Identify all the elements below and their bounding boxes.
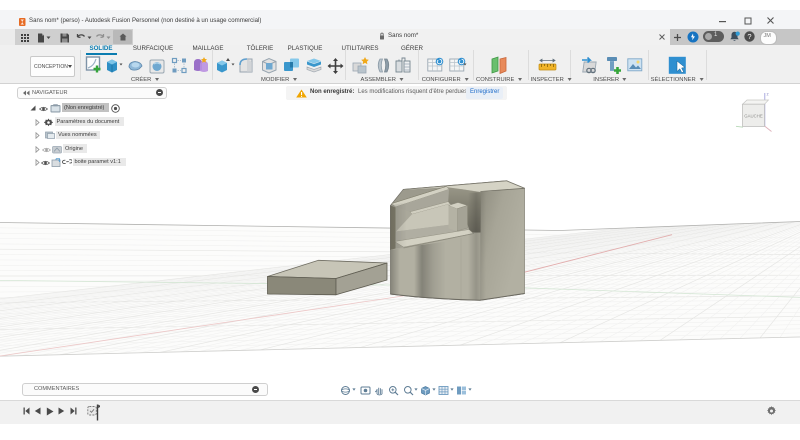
svg-text:GAUCHE: GAUCHE bbox=[744, 114, 763, 119]
svg-text:?: ? bbox=[747, 32, 751, 41]
svg-text:z: z bbox=[767, 92, 770, 97]
